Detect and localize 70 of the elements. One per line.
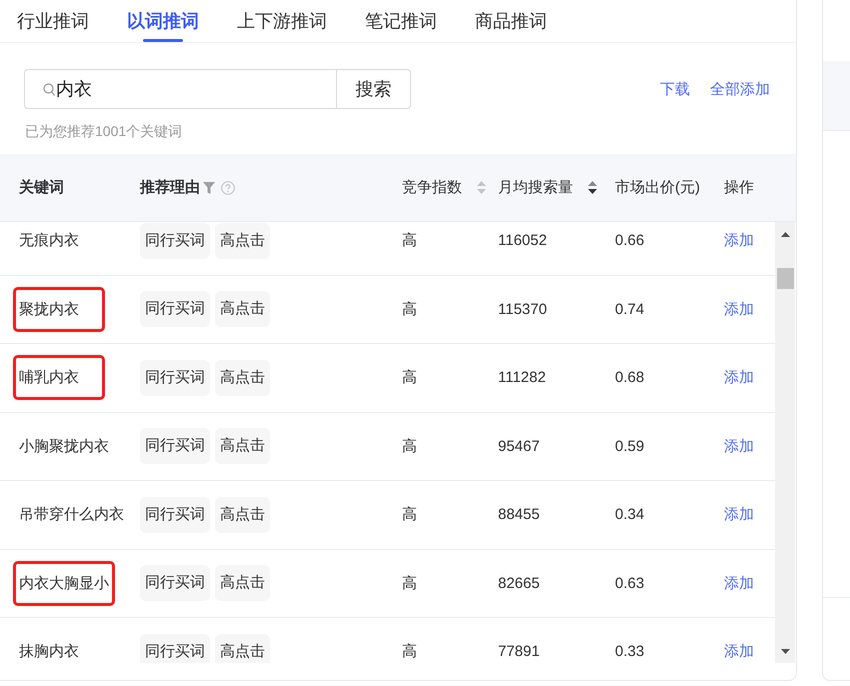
keyword-text: 抹胸内衣 [19,643,79,660]
keyword-text: 内衣大胸显小 [19,574,109,592]
column-header: 月均搜索量 [498,178,573,197]
add-link[interactable]: 添加 [724,574,754,593]
reason-tag: 高点击 [215,360,270,396]
bid-price-cell: 0.66 [615,232,644,250]
tab[interactable]: 行业推词 [17,0,89,42]
search-field[interactable]: 内衣 [24,69,336,109]
competition-cell: 高 [402,436,417,456]
reason-tag: 高点击 [215,222,270,259]
add-link[interactable]: 添加 [724,231,754,250]
column-header: 推荐理由 [140,178,200,197]
reason-tag: 高点击 [215,565,270,602]
add-link[interactable]: 添加 [724,642,754,662]
toolbar-link[interactable]: 下载 [660,80,690,98]
reason-tag: 同行买词 [140,291,210,328]
competition-cell: 高 [402,300,417,319]
add-link[interactable]: 添加 [724,436,754,456]
tab[interactable]: 笔记推词 [365,0,437,42]
column-header: 操作 [724,178,754,197]
column-header: 关键词 [19,178,64,197]
column-header: 竞争指数 [402,178,462,197]
bid-price-cell: 0.33 [615,643,644,660]
bid-price-cell: 0.63 [615,574,644,592]
keyword-text: 哺乳内衣 [19,369,79,386]
bid-price-cell: 0.59 [615,438,644,455]
scroll-down-arrow-icon[interactable] [780,649,790,654]
keyword-text: 无痕内衣 [19,232,79,250]
add-link[interactable]: 添加 [724,300,754,319]
competition-cell: 高 [402,368,417,388]
tab[interactable]: 以词推词 [127,0,199,42]
reason-tag: 同行买词 [140,222,210,259]
tab[interactable]: 上下游推词 [237,0,327,42]
result-count-text: 已为您推荐1001个关键词 [25,123,182,139]
toolbar-link[interactable]: 全部添加 [710,80,770,98]
scrollbar-thumb[interactable] [776,268,794,289]
tab[interactable]: 商品推词 [475,0,547,42]
competition-cell: 高 [402,505,417,524]
reason-tag: 同行买词 [140,360,210,396]
keyword-text: 聚拢内衣 [19,300,79,318]
reason-tag: 同行买词 [140,634,210,663]
competition-cell: 高 [402,231,417,250]
reason-tag: 同行买词 [140,565,210,602]
column-header: 市场出价(元) [615,178,700,197]
search-volume-cell: 111282 [498,369,546,386]
reason-tag: 高点击 [215,428,270,464]
search-volume-cell: 116052 [498,232,547,250]
reason-tag: 同行买词 [140,428,210,464]
competition-cell: 高 [402,574,417,593]
add-link[interactable]: 添加 [724,505,754,524]
bid-price-cell: 0.34 [615,506,644,524]
bid-price-cell: 0.68 [615,369,644,386]
reason-tag: 同行买词 [140,496,210,533]
competition-cell: 高 [402,642,417,662]
search-volume-cell: 82665 [498,574,540,592]
reason-tag: 高点击 [215,291,270,328]
search-volume-cell: 88455 [498,506,540,524]
reason-tag: 高点击 [215,496,270,533]
search-button[interactable]: 搜索 [336,69,411,109]
keyword-text: 小胸聚拢内衣 [19,438,109,455]
search-volume-cell: 77891 [498,643,540,660]
search-icon [43,83,55,96]
bid-price-cell: 0.74 [615,300,644,318]
add-link[interactable]: 添加 [724,368,754,388]
keyword-text: 吊带穿什么内衣 [19,506,124,524]
scrollbar-track[interactable] [775,222,795,663]
search-volume-cell: 95467 [498,438,540,455]
search-volume-cell: 115370 [498,300,547,318]
reason-tag: 高点击 [215,634,270,663]
scroll-up-arrow-icon[interactable] [780,232,790,237]
